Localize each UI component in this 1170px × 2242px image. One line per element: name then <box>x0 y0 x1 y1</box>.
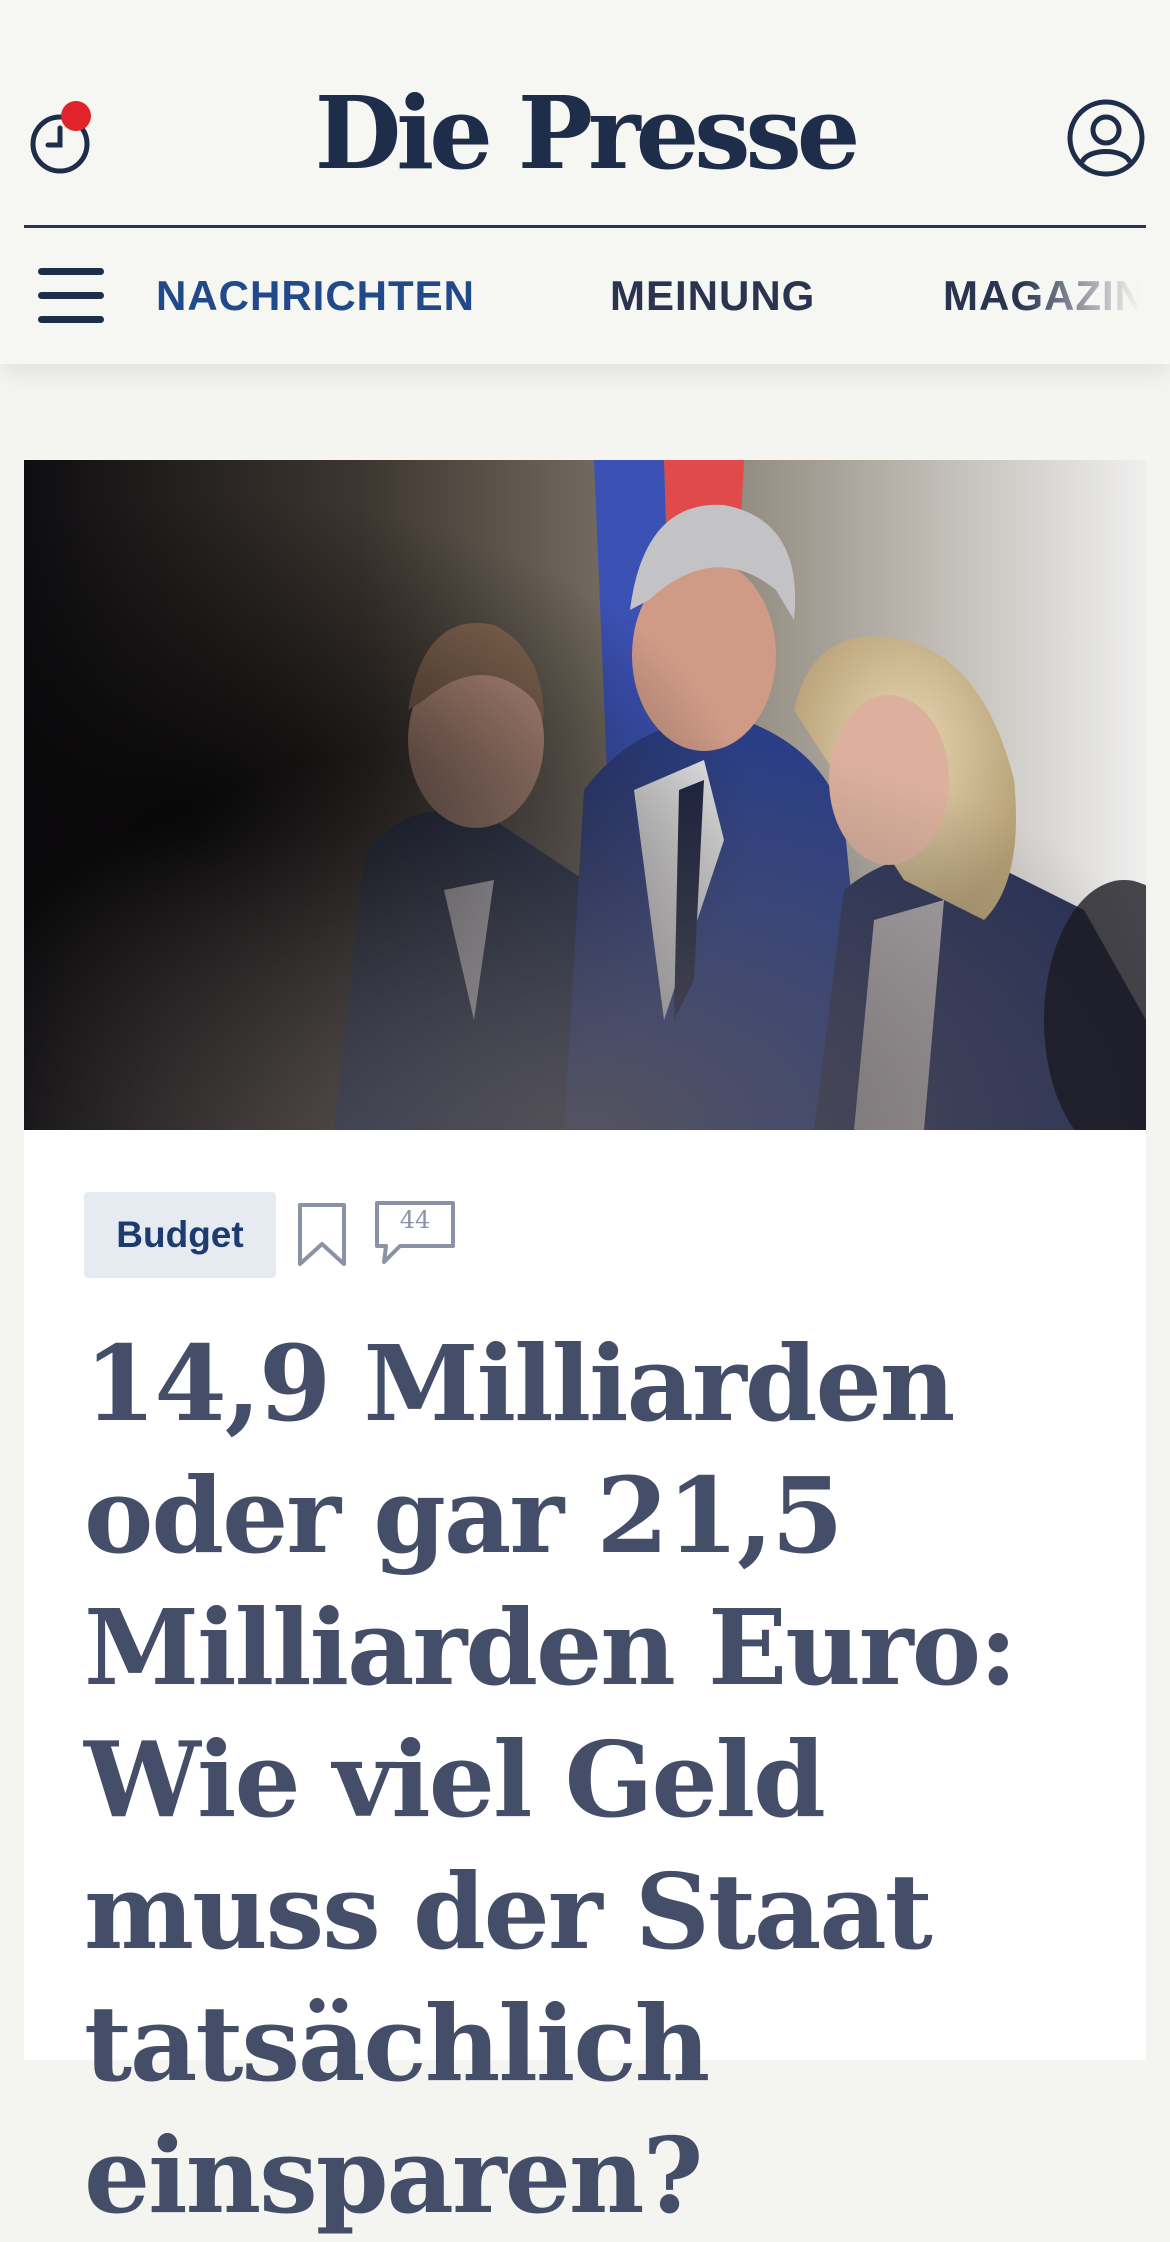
site-header: Die Presse NACHRICHTEN MEINUNG MAGAZIN <box>0 0 1170 364</box>
article-photo[interactable] <box>24 460 1146 1130</box>
article-card[interactable]: Budget 44 14,9 Milliarden oder gar 21,5 … <box>24 460 1146 2237</box>
main-nav: NACHRICHTEN MEINUNG MAGAZIN <box>0 228 1170 364</box>
bookmark-icon[interactable] <box>296 1202 348 1268</box>
comment-count: 44 <box>399 1206 431 1234</box>
site-logo[interactable]: Die Presse <box>0 78 1170 188</box>
nav-scroll-fade <box>1020 228 1170 364</box>
account-button[interactable] <box>1066 98 1146 178</box>
nav-item-meinung[interactable]: MEINUNG <box>610 272 815 320</box>
hamburger-menu-icon[interactable] <box>38 268 106 324</box>
category-tag[interactable]: Budget <box>84 1192 276 1278</box>
article-headline[interactable]: 14,9 Milliarden oder gar 21,5 Milliarden… <box>84 1318 1114 2242</box>
comments-button[interactable]: 44 <box>374 1200 456 1266</box>
user-circle-icon <box>1067 99 1145 177</box>
nav-item-nachrichten[interactable]: NACHRICHTEN <box>156 272 475 320</box>
